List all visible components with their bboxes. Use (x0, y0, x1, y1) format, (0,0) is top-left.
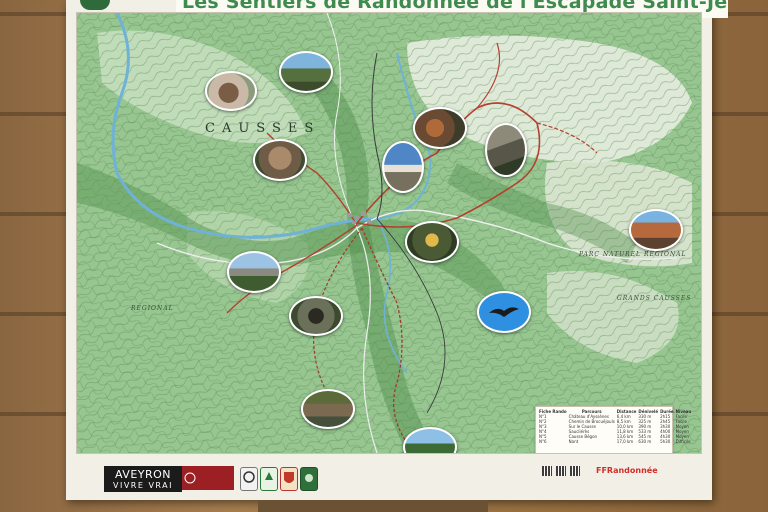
legend-cell: Difficile (675, 439, 691, 444)
vulture-icon (489, 307, 519, 317)
badge-icon-2 (260, 467, 278, 491)
wooden-plinth (258, 500, 488, 512)
photo-circle-path (301, 389, 355, 429)
emblem-icon (184, 472, 196, 484)
aveyron-logo-line2: VIVRE VRAI (113, 481, 173, 490)
ffrandonnee-logo: FFRandonnée (596, 466, 658, 475)
legend-cell: 17,0 km (616, 439, 634, 444)
region-label-parc: PARC NATUREL RÉGIONAL (579, 251, 687, 258)
photo-circle-signpost (405, 221, 459, 263)
photo-circle-mushrooms (413, 107, 467, 149)
region-label-grands-causses: GRANDS CAUSSES (617, 295, 692, 302)
region-label-causses: CAUSSES (205, 121, 321, 136)
legend-cell: 5h30 (660, 439, 671, 444)
trail-map-sign: Les Sentiers de Randonnée de l'Escapade … (66, 0, 728, 500)
legend-cell: N°6 (539, 439, 547, 444)
partner-logo-red (182, 466, 234, 490)
legend-row: N°6 Nant 17,0 km 630 m 5h30 Difficile (538, 439, 692, 444)
badge-icon-1 (240, 467, 258, 491)
qr-code-icon (556, 466, 566, 476)
legend-cell: Nant (568, 439, 579, 444)
photo-circle-cliff (629, 209, 683, 251)
qr-code-icon (570, 466, 580, 476)
photo-circle-cave (289, 296, 343, 336)
terrain-drawing (77, 13, 701, 453)
legend-cell: 630 m (638, 439, 652, 444)
photo-circle-village (227, 251, 281, 293)
photo-circle-chapel (205, 71, 257, 111)
aveyron-logo: AVEYRON VIVRE VRAI (104, 466, 182, 492)
top-logo (80, 0, 110, 10)
photo-circle-forest (279, 51, 333, 93)
trail-legend-table: Fiche Rando Parcours Distance Dénivelé D… (535, 406, 691, 453)
region-label-regional: REGIONAL (131, 305, 174, 312)
photo-circle-ruins (253, 139, 307, 181)
aveyron-logo-line1: AVEYRON (114, 468, 172, 481)
photo-circle-vulture (477, 291, 531, 333)
topographic-map: CAUSSES PARC NATUREL RÉGIONAL GRANDS CAU… (76, 12, 702, 454)
photo-circle-statue (382, 141, 424, 193)
badge-icon-3 (280, 467, 298, 491)
photo-circle-rockface (485, 123, 527, 177)
qr-code-icon (542, 466, 552, 476)
badge-icon-4 (300, 467, 318, 491)
